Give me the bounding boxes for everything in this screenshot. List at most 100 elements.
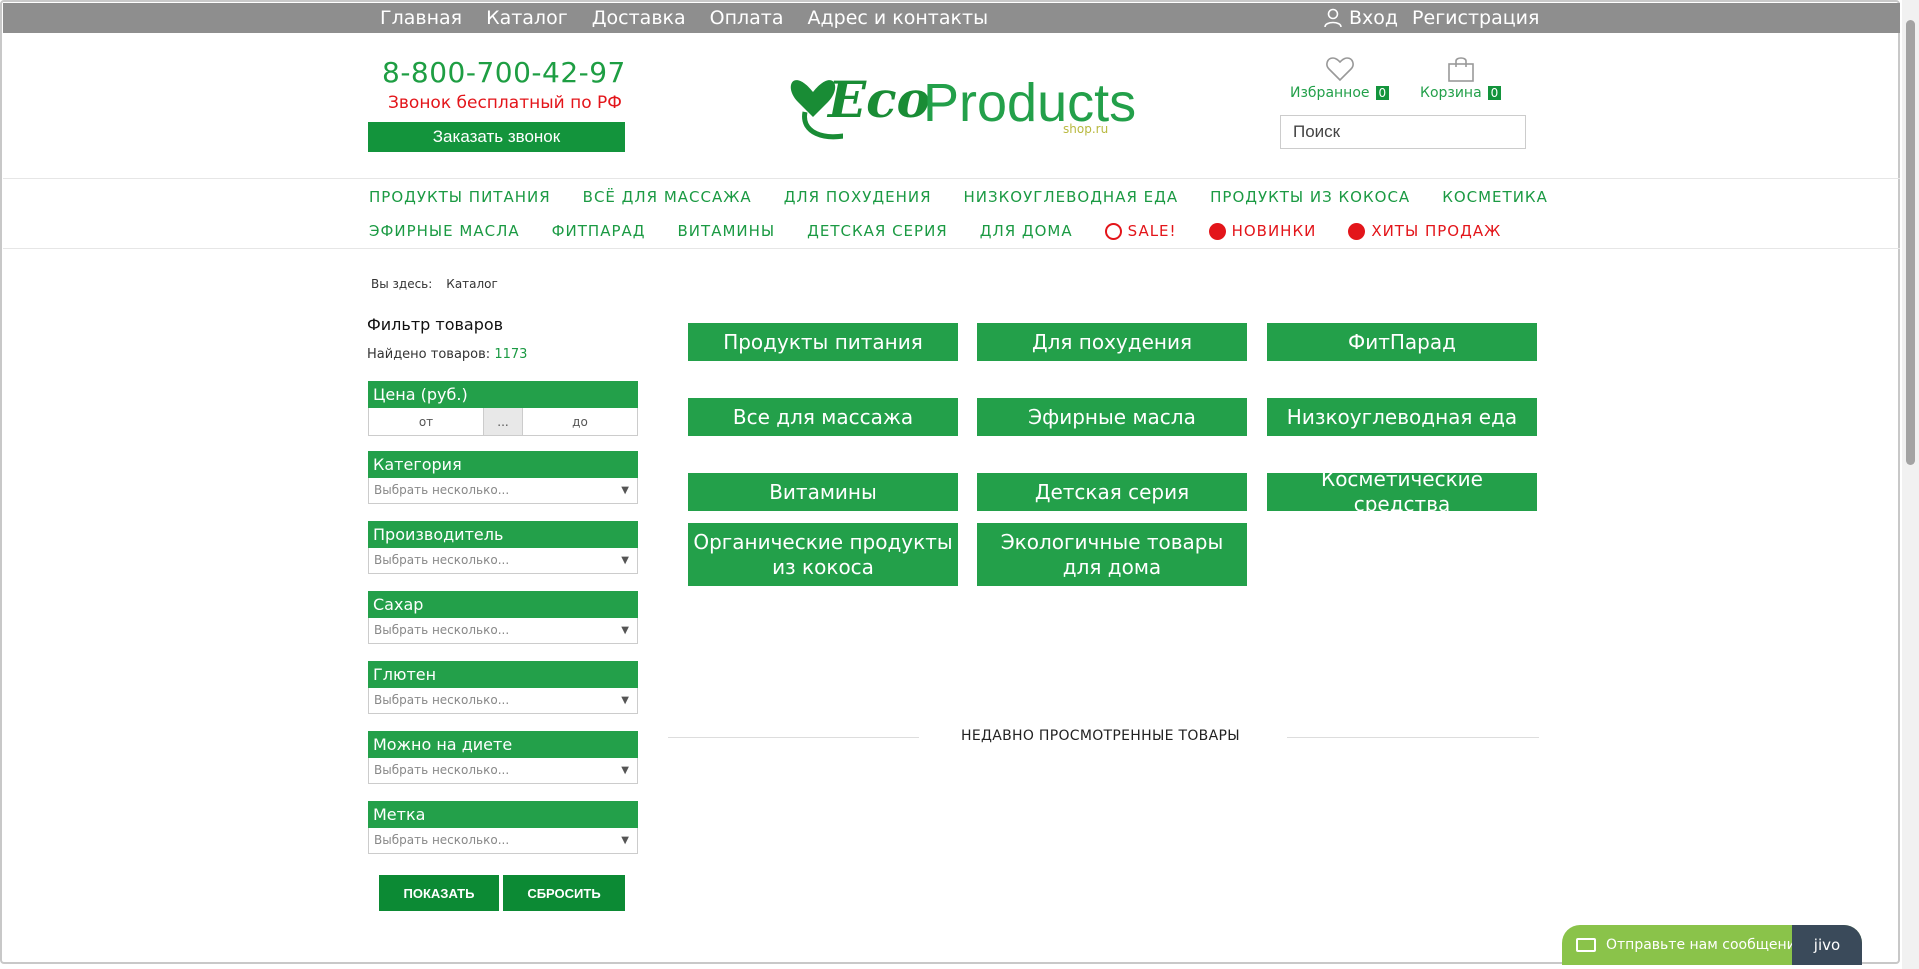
heading-rule-left	[668, 737, 919, 738]
found-count: 1173	[494, 347, 528, 362]
manufacturer-select[interactable]: Выбрать несколько... ▼	[368, 548, 638, 574]
phone-number[interactable]: 8-800-700-42-97	[382, 56, 626, 89]
nav-catalog-link[interactable]: Каталог	[486, 7, 568, 29]
gluten-select[interactable]: Выбрать несколько... ▼	[368, 688, 638, 714]
gluten-select-placeholder: Выбрать несколько...	[374, 693, 510, 707]
cart-count: 0	[1487, 86, 1502, 100]
chevron-down-icon: ▼	[621, 835, 629, 846]
favorites-count: 0	[1375, 86, 1390, 100]
category-tile[interactable]: Органические продукты из кокоса	[688, 523, 958, 586]
menu-item-vitamins[interactable]: ВИТАМИНЫ	[678, 222, 776, 240]
menu-item-essential-oils[interactable]: ЭФИРНЫЕ МАСЛА	[369, 222, 520, 240]
envelope-icon	[1576, 938, 1596, 952]
chevron-down-icon: ▼	[621, 555, 629, 566]
heart-icon	[1325, 57, 1354, 82]
category-menu-row-1: ПРОДУКТЫ ПИТАНИЯ ВСЁ ДЛЯ МАССАЖА ДЛЯ ПОХ…	[369, 188, 1580, 206]
diet-filter-title: Можно на диете	[368, 731, 638, 758]
callback-button[interactable]: Заказать звонок	[368, 122, 625, 152]
menu-item-low-carb[interactable]: НИЗКОУГЛЕВОДНАЯ ЕДА	[964, 188, 1179, 206]
category-tile[interactable]: Низкоуглеводная еда	[1267, 398, 1537, 436]
tag-filter: Метка Выбрать несколько... ▼	[368, 801, 638, 854]
page-scrollbar[interactable]	[1902, 0, 1919, 969]
logo-shop-text: shop.ru	[1063, 122, 1109, 136]
filter-title: Фильтр товаров	[367, 315, 504, 334]
category-tile[interactable]: Витамины	[688, 473, 958, 511]
tag-select[interactable]: Выбрать несколько... ▼	[368, 828, 638, 854]
category-tile[interactable]: Экологичные товары для дома	[977, 523, 1247, 586]
category-tile[interactable]: Эфирные масла	[977, 398, 1247, 436]
nav-contacts-link[interactable]: Адрес и контакты	[808, 7, 989, 29]
register-link[interactable]: Регистрация	[1412, 7, 1539, 29]
tag-select-placeholder: Выбрать несколько...	[374, 833, 510, 847]
reset-button[interactable]: СБРОСИТЬ	[503, 875, 625, 911]
price-to-input[interactable]: до	[523, 408, 637, 435]
chevron-down-icon: ▼	[621, 625, 629, 636]
login-link[interactable]: Вход	[1349, 7, 1398, 29]
menu-item-home[interactable]: ДЛЯ ДОМА	[980, 222, 1073, 240]
shopping-bag-icon	[1447, 57, 1474, 82]
free-call-note: Звонок бесплатный по РФ	[388, 93, 622, 113]
menu-item-hits[interactable]: ХИТЫ ПРОДАЖ	[1348, 222, 1501, 240]
price-from-input[interactable]: от	[369, 408, 483, 435]
scrollbar-thumb[interactable]	[1906, 20, 1915, 465]
category-tile[interactable]: Все для массажа	[688, 398, 958, 436]
breadcrumb-current: Каталог	[446, 277, 498, 291]
cart-label: Корзина	[1420, 85, 1482, 101]
manufacturer-select-placeholder: Выбрать несколько...	[374, 553, 510, 567]
menu-item-cosmetics[interactable]: КОСМЕТИКА	[1442, 188, 1548, 206]
favorites-label: Избранное	[1290, 85, 1370, 101]
chat-widget-label: Отправьте нам сообщение	[1606, 937, 1805, 953]
menu-item-weight-loss[interactable]: ДЛЯ ПОХУДЕНИЯ	[784, 188, 932, 206]
cart-link[interactable]: Корзина 0	[1420, 55, 1502, 101]
category-tile[interactable]: ФитПарад	[1267, 323, 1537, 361]
diet-select-placeholder: Выбрать несколько...	[374, 763, 510, 777]
menu-item-coconut[interactable]: ПРОДУКТЫ ИЗ КОКОСА	[1210, 188, 1410, 206]
manufacturer-filter: Производитель Выбрать несколько... ▼	[368, 521, 638, 574]
nav-home-link[interactable]: Главная	[380, 7, 462, 29]
category-tile[interactable]: Косметические средства	[1267, 467, 1537, 516]
breadcrumb: Вы здесь: Каталог	[371, 277, 512, 291]
category-tile[interactable]: Продукты питания	[688, 323, 958, 361]
heading-rule-right	[1287, 737, 1539, 738]
new-badge-icon	[1208, 222, 1226, 240]
recently-viewed-heading: НЕДАВНО ПРОСМОТРЕННЫЕ ТОВАРЫ	[668, 728, 1539, 748]
category-tile[interactable]: Для похудения	[977, 323, 1247, 361]
found-label: Найдено товаров:	[367, 347, 491, 362]
category-select[interactable]: Выбрать несколько... ▼	[368, 478, 638, 504]
site-logo[interactable]: Eco Products shop.ru	[783, 62, 1136, 152]
menu-item-fitparad[interactable]: ФИТПАРАД	[552, 222, 646, 240]
menu-item-food[interactable]: ПРОДУКТЫ ПИТАНИЯ	[369, 188, 551, 206]
category-filter-title: Категория	[368, 451, 638, 478]
search-input[interactable]	[1280, 115, 1526, 149]
price-filter-title: Цена (руб.)	[368, 381, 638, 408]
recently-viewed-title: НЕДАВНО ПРОСМОТРЕННЫЕ ТОВАРЫ	[961, 728, 1240, 744]
show-button[interactable]: ПОКАЗАТЬ	[379, 875, 499, 911]
nav-payment-link[interactable]: Оплата	[710, 7, 784, 29]
menu-item-massage[interactable]: ВСЁ ДЛЯ МАССАЖА	[583, 188, 752, 206]
logo-eco-text: Eco	[828, 70, 930, 129]
found-count-text: Найдено товаров: 1173	[367, 347, 527, 362]
diet-select[interactable]: Выбрать несколько... ▼	[368, 758, 638, 784]
gluten-filter-title: Глютен	[368, 661, 638, 688]
price-range: от ... до	[368, 408, 638, 436]
sale-badge-icon	[1104, 222, 1122, 240]
price-range-separator: ...	[483, 408, 523, 435]
chevron-down-icon: ▼	[621, 765, 629, 776]
menu-item-hits-label: ХИТЫ ПРОДАЖ	[1371, 222, 1502, 240]
sugar-select[interactable]: Выбрать несколько... ▼	[368, 618, 638, 644]
menu-item-kids[interactable]: ДЕТСКАЯ СЕРИЯ	[807, 222, 948, 240]
nav-delivery-link[interactable]: Доставка	[592, 7, 686, 29]
chat-widget[interactable]: Отправьте нам сообщение jivo	[1562, 925, 1862, 965]
menu-item-new-label: НОВИНКИ	[1231, 222, 1317, 240]
menu-item-sale[interactable]: SALE!	[1104, 222, 1177, 240]
menu-divider-top	[3, 178, 1900, 179]
tag-filter-title: Метка	[368, 801, 638, 828]
jivo-brand: jivo	[1792, 925, 1862, 965]
favorites-link[interactable]: Избранное 0	[1290, 55, 1390, 101]
menu-item-new[interactable]: НОВИНКИ	[1208, 222, 1317, 240]
hit-badge-icon	[1348, 222, 1366, 240]
chevron-down-icon: ▼	[621, 695, 629, 706]
auth-links: Вход Регистрация	[1323, 3, 1553, 33]
category-menu-row-2: ЭФИРНЫЕ МАСЛА ФИТПАРАД ВИТАМИНЫ ДЕТСКАЯ …	[369, 222, 1533, 240]
category-tile[interactable]: Детская серия	[977, 473, 1247, 511]
